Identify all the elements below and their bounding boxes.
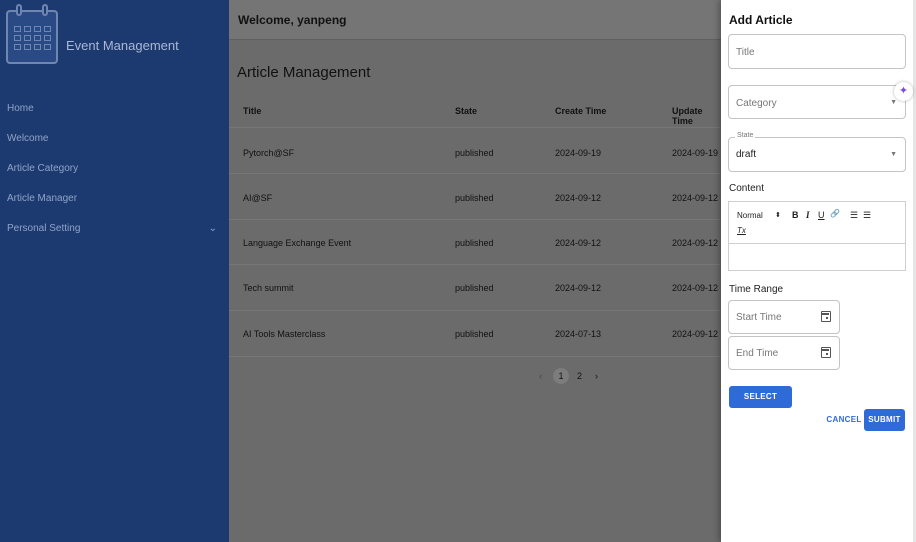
app-title: Event Management (66, 38, 179, 53)
table-row[interactable]: Pytorch@SF published 2024-09-19 2024-09-… (229, 128, 721, 174)
content-label: Content (729, 183, 765, 194)
table-header-row: Title State Create Time Update Time (229, 88, 721, 128)
end-time-placeholder: End Time (736, 348, 779, 359)
underline-button[interactable]: U (818, 210, 825, 220)
category-placeholder: Category (736, 98, 777, 109)
format-select-arrow-icon: ⬍ (775, 212, 781, 219)
select-image-button[interactable]: SELECT IMAGE (729, 386, 792, 423)
calendar-icon[interactable] (821, 311, 831, 322)
content-editor[interactable]: Normal ⬍ B I U 🔗 ☰ ☰ Tx (728, 201, 906, 271)
sidebar-item-personal-setting[interactable]: Personal Setting ⌄ (0, 218, 229, 248)
sidebar-nav: Home Welcome Article Category Article Ma… (0, 98, 229, 248)
calendar-icon[interactable] (821, 347, 831, 358)
cell-create-time: 2024-09-12 (555, 283, 602, 293)
cell-state: published (455, 148, 494, 158)
sidebar: Event Management Home Welcome Article Ca… (0, 0, 229, 542)
state-select[interactable]: State draft ▼ (728, 132, 906, 172)
time-range-label: Time Range (729, 284, 784, 295)
dropdown-arrow-icon: ▼ (890, 99, 897, 106)
top-bar: Welcome, yanpeng (229, 0, 721, 40)
bold-button[interactable]: B (792, 210, 799, 220)
cell-update-time: 2024-09-12 (672, 238, 719, 248)
cell-update-time: 2024-09-12 (672, 283, 719, 293)
cell-create-time: 2024-09-19 (555, 148, 602, 158)
page-button-2[interactable]: 2 (577, 371, 582, 381)
cell-state: published (455, 193, 494, 203)
italic-button[interactable]: I (806, 210, 810, 220)
page-button-1[interactable]: 1 (553, 368, 569, 384)
start-time-placeholder: Start Time (736, 312, 782, 323)
cell-title: AI Tools Masterclass (243, 329, 326, 339)
sidebar-item-label: Personal Setting (7, 223, 81, 234)
table-row[interactable]: AI Tools Masterclass published 2024-07-1… (229, 311, 721, 357)
ordered-list-icon[interactable]: ☰ (850, 210, 858, 221)
category-select[interactable]: Category ▼ (728, 85, 906, 119)
cell-title: Tech summit (243, 283, 294, 293)
drawer-title: Add Article (729, 13, 793, 27)
sidebar-item-welcome[interactable]: Welcome (0, 128, 229, 158)
state-label: State (735, 132, 756, 139)
page-title: Article Management (237, 64, 371, 81)
clear-format-icon[interactable]: Tx (737, 226, 746, 235)
cell-update-time: 2024-09-12 (672, 193, 719, 203)
main-content: Welcome, yanpeng Article Management Titl… (229, 0, 721, 542)
link-icon[interactable]: 🔗 (830, 209, 840, 218)
start-time-input[interactable]: Start Time (728, 300, 840, 334)
sidebar-item-home[interactable]: Home (0, 98, 229, 128)
submit-button[interactable]: SUBMIT (864, 409, 905, 431)
cell-state: published (455, 238, 494, 248)
cancel-button[interactable]: CANCEL (824, 409, 864, 431)
pagination: ‹ 1 2 › (229, 368, 721, 386)
state-value: draft (736, 149, 757, 160)
column-header-create-time[interactable]: Create Time (555, 106, 606, 116)
table-row[interactable]: Language Exchange Event published 2024-0… (229, 220, 721, 265)
title-placeholder: Title (736, 47, 755, 58)
sidebar-item-article-category[interactable]: Article Category (0, 158, 229, 188)
bullet-list-icon[interactable]: ☰ (863, 210, 871, 221)
table-row[interactable]: Tech summit published 2024-09-12 2024-09… (229, 265, 721, 311)
prev-page-button[interactable]: ‹ (539, 371, 542, 381)
end-time-input[interactable]: End Time (728, 336, 840, 370)
cell-title: AI@SF (243, 193, 273, 203)
column-header-state[interactable]: State (455, 106, 477, 116)
table-row[interactable]: AI@SF published 2024-09-12 2024-09-12 (229, 174, 721, 220)
sidebar-item-article-manager[interactable]: Article Manager (0, 188, 229, 218)
column-header-title[interactable]: Title (243, 106, 261, 116)
cell-create-time: 2024-09-12 (555, 238, 602, 248)
format-select[interactable]: Normal (737, 211, 763, 220)
cell-state: published (455, 283, 494, 293)
calendar-logo-icon (6, 4, 58, 64)
sparkle-icon[interactable]: ✦ (894, 82, 913, 101)
cell-create-time: 2024-09-12 (555, 193, 602, 203)
editor-toolbar: Normal ⬍ B I U 🔗 ☰ ☰ Tx (729, 202, 905, 244)
cell-update-time: 2024-09-12 (672, 329, 719, 339)
cell-title: Pytorch@SF (243, 148, 295, 158)
title-input[interactable]: Title (728, 34, 906, 69)
cell-update-time: 2024-09-19 (672, 148, 719, 158)
cell-create-time: 2024-07-13 (555, 329, 602, 339)
add-article-drawer: Add Article Title Category ▼ State draft… (721, 0, 913, 542)
column-header-update-time[interactable]: Update Time (672, 106, 721, 126)
chevron-down-icon: ⌄ (208, 223, 217, 234)
cell-state: published (455, 329, 494, 339)
welcome-text: Welcome, yanpeng (238, 13, 347, 27)
dropdown-arrow-icon: ▼ (890, 151, 897, 158)
next-page-button[interactable]: › (595, 371, 598, 381)
cell-title: Language Exchange Event (243, 238, 352, 248)
